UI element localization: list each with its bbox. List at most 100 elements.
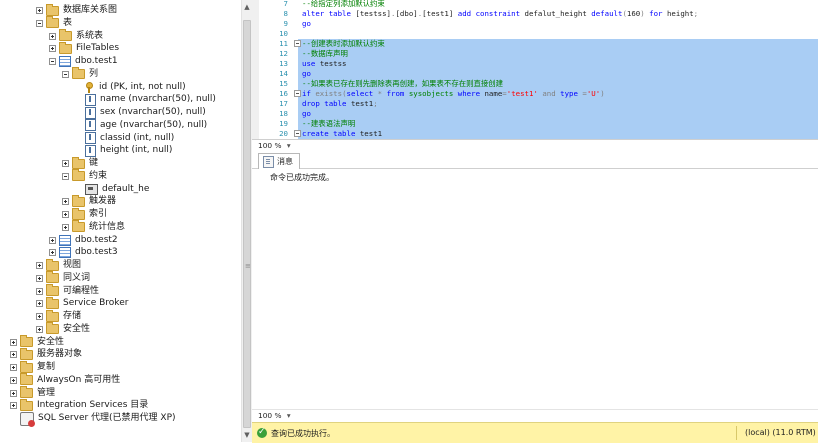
tree-node[interactable]: dbo.test2 [49,234,118,247]
sql-code-editor[interactable]: 7 --给指定列添加默认约束 8 alter table [testss].[dbo]… [252,0,818,139]
code-text: use testss [302,59,347,69]
fold-toggle-icon[interactable] [294,130,301,137]
tree-node[interactable]: 管理 [10,386,56,400]
expand-toggle-icon[interactable] [36,274,43,282]
scrollbar-thumb[interactable] [243,20,251,428]
tree-node-label: 数据库关系图 [63,5,118,15]
toggle-spacer [75,147,82,154]
tree-node-label: sex (nvarchar(50), null) [100,107,206,117]
line-number: 13 [279,59,288,68]
editor-zoom-dropdown[interactable]: 100 % ▾ [258,141,291,150]
code-token: go [302,109,311,118]
expand-toggle-icon[interactable] [62,198,69,206]
folder-icon [20,398,33,411]
code-text: --给指定列添加默认约束 [302,0,385,9]
tree-node[interactable]: 视图 [36,258,81,272]
tree-node-label: dbo.test1 [75,56,118,66]
tree-node[interactable]: default_he [75,183,149,196]
code-line: 10 [252,29,818,39]
tree-node[interactable]: dbo.test3 [49,246,118,259]
collapse-toggle-icon[interactable] [36,19,43,27]
code-token: go [302,19,311,28]
tree-node-label: 表 [63,17,73,28]
expand-toggle-icon[interactable] [49,45,56,53]
tree-node[interactable]: height (int, null) [75,144,172,157]
collapse-toggle-icon[interactable] [62,70,69,78]
expand-toggle-icon[interactable] [10,389,17,397]
code-line: 20 create table test1 [252,129,818,139]
tree-node[interactable]: 存储 [36,309,81,323]
tree-node[interactable]: name (nvarchar(50), null) [75,93,216,106]
code-text: --如果表已存在则先删除表再创建，如果表不存在则直接创建 [302,79,503,89]
code-token: type [560,89,583,98]
tree-node[interactable]: 统计信息 [62,220,125,234]
tree-node[interactable]: dbo.test1 [49,55,118,68]
tree-node[interactable]: sex (nvarchar(50), null) [75,106,206,119]
code-token: ; [693,9,699,18]
tree-node-label: 管理 [37,387,56,398]
tree-node[interactable]: Integration Services 目录 [10,398,148,412]
scroll-up-arrow-icon[interactable]: ▲ [242,2,252,12]
expand-toggle-icon[interactable] [10,364,17,371]
editor-zoom-value: 100 % [258,141,282,150]
code-token: drop table [302,99,351,108]
results-zoom-dropdown[interactable]: 100 % ▾ [258,411,291,420]
collapse-toggle-icon[interactable] [49,58,56,65]
code-token: test1 [359,129,383,138]
expand-toggle-icon[interactable] [49,32,56,40]
tree-node[interactable]: FileTables [49,41,119,55]
expand-toggle-icon[interactable] [36,313,43,320]
tree-node[interactable]: 索引 [62,207,108,221]
expand-toggle-icon[interactable] [62,223,69,231]
code-token: exists [315,89,343,98]
tree-node[interactable]: 同义词 [36,271,90,285]
tree-node[interactable]: classid (int, null) [75,132,174,145]
tree-node[interactable]: 列 [62,67,98,81]
tree-node[interactable]: 系统表 [49,29,103,43]
sql-agent-icon [20,411,35,427]
expand-toggle-icon[interactable] [10,402,17,410]
tree-node[interactable]: 安全性 [10,335,64,349]
fold-toggle-icon[interactable] [294,40,301,47]
tree-node[interactable]: 键 [62,156,98,170]
expand-toggle-icon[interactable] [49,236,56,244]
tree-node[interactable]: 服务器对象 [10,347,82,361]
tree-node[interactable]: 表 [36,16,73,30]
tab-messages[interactable]: 消息 [258,153,300,169]
tree-node[interactable]: 触发器 [62,194,116,208]
tree-node[interactable]: Service Broker [36,296,128,310]
tree-node[interactable]: 约束 [62,169,107,183]
tree-node[interactable]: 可编程性 [36,284,100,298]
collapse-toggle-icon[interactable] [62,172,69,180]
tree-node[interactable]: 数据库关系图 [36,3,118,17]
tree-node[interactable]: id (PK, int, not null) [75,81,186,94]
tree-node[interactable]: SQL Server 代理(已禁用代理 XP) [10,411,176,427]
tree-node-label: id (PK, int, not null) [99,81,186,92]
column-icon [85,106,96,119]
expand-toggle-icon[interactable] [36,325,43,333]
code-token: name [484,89,503,98]
tree-node[interactable]: age (nvarchar(50), null) [75,119,207,132]
tree-node[interactable]: 安全性 [36,322,90,336]
expand-toggle-icon[interactable] [62,160,69,167]
expand-toggle-icon[interactable] [36,300,43,308]
tree-node[interactable]: 复制 [10,360,55,374]
folder-icon [72,207,85,220]
expand-toggle-icon[interactable] [62,211,69,218]
expand-toggle-icon[interactable] [10,338,17,346]
expand-toggle-icon[interactable] [36,262,43,269]
tree-node-label: 索引 [89,209,108,219]
tree-node-label: 可编程性 [63,285,100,296]
expand-toggle-icon[interactable] [49,249,56,257]
object-explorer-scrollbar[interactable]: ▲ ≡ ▼ [241,0,252,442]
scroll-down-arrow-icon[interactable]: ▼ [242,430,252,440]
expand-toggle-icon[interactable] [36,287,43,295]
expand-toggle-icon[interactable] [10,376,17,384]
expand-toggle-icon[interactable] [36,7,43,14]
tree-node[interactable]: AlwaysOn 高可用性 [10,373,120,387]
code-token: where [457,89,485,98]
folder-icon [46,3,59,16]
expand-toggle-icon[interactable] [10,351,17,359]
folder-icon [46,309,59,322]
fold-toggle-icon[interactable] [294,90,301,97]
